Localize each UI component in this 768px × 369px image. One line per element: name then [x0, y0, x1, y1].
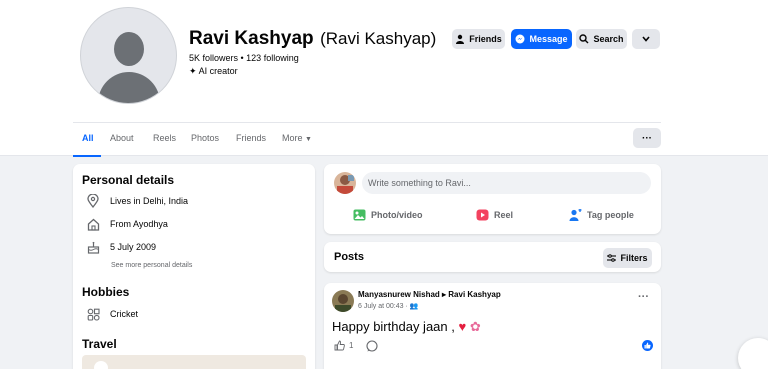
ellipsis-icon: ··· [642, 132, 652, 144]
tab-friends[interactable]: Friends [236, 133, 266, 143]
post-timestamp[interactable]: 6 July at 00:43 · 👥 [358, 302, 418, 310]
creator-label: AI creator [198, 66, 238, 76]
post-author-avatar[interactable] [332, 290, 354, 312]
heart-emoji-icon: ♥ [458, 319, 467, 334]
composer-avatar [334, 172, 356, 194]
detail-location: Lives in Delhi, India [86, 194, 188, 208]
travel-title: Travel [82, 337, 117, 351]
profile-tabs: All About Reels Photos Friends More ▼ [73, 122, 661, 157]
active-tab-indicator [73, 155, 101, 157]
detail-birthday: 5 July 2009 [86, 240, 156, 254]
bouquet-emoji-icon: ✿ [469, 319, 481, 334]
post-text-content: Happy birthday jaan , [332, 319, 455, 334]
creator-badge: ✦ AI creator [189, 66, 238, 77]
like-button[interactable]: 1 [334, 340, 353, 351]
profile-avatar[interactable] [80, 7, 177, 104]
search-label: Search [593, 34, 624, 44]
reel-button[interactable]: Reel [476, 209, 513, 221]
like-reaction-icon[interactable] [642, 340, 653, 351]
message-label: Message [529, 34, 568, 44]
composer-input[interactable]: Write something to Ravi... [362, 172, 651, 194]
profile-options-button[interactable]: ··· [633, 128, 661, 148]
tab-all[interactable]: All [82, 133, 94, 143]
post-time-text: 6 July at 00:43 · [358, 303, 410, 310]
hobbies-title: Hobbies [82, 285, 130, 299]
post-author[interactable]: Manyasnurew Nishad ▸ Ravi Kashyap [358, 290, 501, 299]
post-options-button[interactable]: ··· [638, 291, 649, 303]
reel-label: Reel [494, 210, 514, 220]
travel-image[interactable] [82, 355, 306, 369]
sparkle-icon: ✦ [189, 66, 197, 76]
tab-more-label: More [282, 133, 303, 143]
profile-name: Ravi Kashyap (Ravi Kashyap) [189, 28, 436, 50]
reel-icon [476, 209, 489, 221]
photo-video-label: Photo/video [371, 210, 423, 220]
hobby-item-text: Cricket [110, 309, 139, 319]
filters-icon [607, 254, 617, 262]
photo-icon [353, 209, 366, 221]
comment-icon [366, 340, 378, 352]
detail-hometown-text: From Ayodhya [110, 219, 168, 229]
filters-button[interactable]: Filters [603, 248, 652, 268]
tag-people-icon [569, 209, 582, 221]
see-more-details-link[interactable]: See more personal details [111, 262, 192, 269]
search-button[interactable]: Search [576, 29, 627, 49]
tab-photos[interactable]: Photos [191, 133, 219, 143]
location-pin-icon [86, 194, 100, 208]
filters-label: Filters [620, 253, 648, 263]
messenger-icon [515, 34, 525, 44]
post-ellipsis-icon: ··· [638, 291, 649, 303]
tab-about[interactable]: About [110, 133, 134, 143]
comment-button[interactable] [366, 339, 378, 357]
intro-card: Personal details Lives in Delhi, India F… [73, 164, 315, 369]
detail-birthday-text: 5 July 2009 [110, 242, 157, 252]
personal-details-title: Personal details [82, 173, 175, 187]
friends-label: Friends [469, 34, 502, 44]
home-icon [86, 217, 100, 231]
search-icon [579, 34, 589, 44]
profile-name-alt: (Ravi Kashyap) [320, 29, 437, 48]
message-button[interactable]: Message [511, 29, 572, 49]
tab-more[interactable]: More ▼ [282, 133, 312, 143]
detail-location-text: Lives in Delhi, India [110, 196, 189, 206]
chevron-down-icon [642, 36, 650, 42]
more-actions-button[interactable] [632, 29, 660, 49]
post: Manyasnurew Nishad ▸ Ravi Kashyap 6 July… [324, 283, 661, 369]
tag-people-button[interactable]: Tag people [569, 209, 634, 221]
profile-name-main: Ravi Kashyap [189, 28, 314, 49]
tag-people-label: Tag people [587, 210, 634, 220]
photo-video-button[interactable]: Photo/video [353, 209, 423, 221]
post-text: Happy birthday jaan , ♥ ✿ [332, 319, 481, 335]
like-icon [334, 340, 345, 351]
tab-reels[interactable]: Reels [153, 133, 176, 143]
audience-friends-icon: 👥 [409, 303, 419, 310]
posts-header: Posts Filters [324, 242, 661, 272]
friends-button[interactable]: Friends [452, 29, 505, 49]
like-count: 1 [349, 341, 354, 350]
friends-icon [456, 34, 465, 44]
posts-title: Posts [334, 251, 364, 263]
post-composer: Write something to Ravi... Photo/video R… [324, 164, 661, 234]
floating-chat-button[interactable] [738, 338, 768, 369]
follower-count[interactable]: 5K followers • 123 following [189, 53, 299, 63]
birthday-cake-icon [86, 240, 100, 254]
hobbies-grid-icon [86, 307, 100, 321]
detail-hometown: From Ayodhya [86, 217, 168, 231]
hobby-item: Cricket [86, 307, 138, 321]
caret-down-icon: ▼ [305, 136, 312, 143]
